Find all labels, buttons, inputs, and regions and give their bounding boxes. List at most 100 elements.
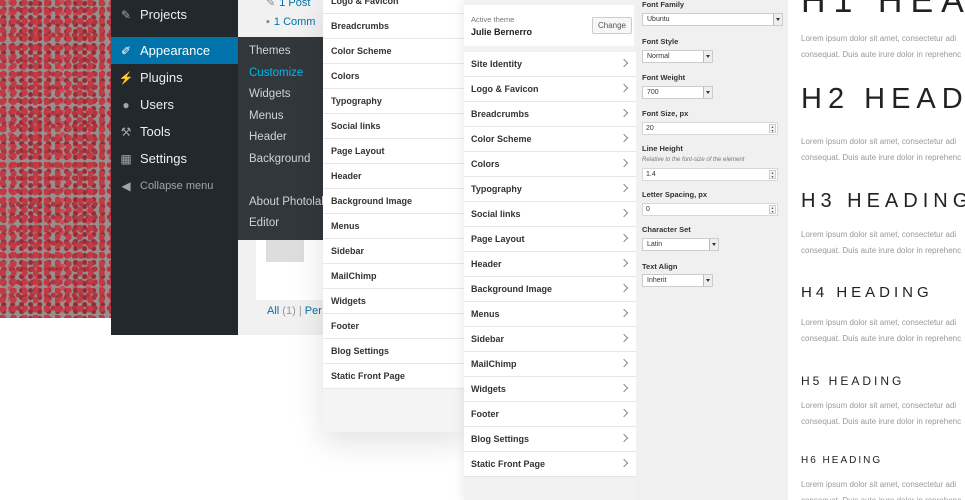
sidebar-item-users[interactable]: ● Users <box>111 91 238 118</box>
p2-item-page-layout[interactable]: Page Layout <box>464 227 636 252</box>
wp-admin-sidebar: ✎ Projects ✐ Appearance ⚡ Plugins ● User… <box>111 0 238 335</box>
font-family-select[interactable]: Ubuntu <box>642 13 783 26</box>
preview-paragraph: Lorem ipsum dolor sit amet, consectetur … <box>801 34 962 59</box>
p2-item-site-identity[interactable]: Site Identity <box>464 52 636 77</box>
p1-item-menus[interactable]: Menus <box>323 214 465 239</box>
brush-icon: ✐ <box>120 43 132 58</box>
submenu-widgets[interactable]: Widgets <box>249 88 291 100</box>
p1-item-widgets[interactable]: Widgets <box>323 289 465 314</box>
stepper-icon[interactable]: ▴ ▾ <box>769 205 776 214</box>
p2-item-color-scheme[interactable]: Color Scheme <box>464 127 636 152</box>
chevron-right-icon <box>619 108 629 118</box>
post-count-link[interactable]: ✎ 1 Post <box>266 0 310 9</box>
p2-item-typography[interactable]: Typography <box>464 177 636 202</box>
sidebar-item-label: Users <box>140 97 174 112</box>
p1-item-colors[interactable]: Colors <box>323 64 465 89</box>
preview-h4: H4 HEADING <box>801 284 933 301</box>
comment-filter: All (1) | Per <box>267 305 322 317</box>
chevron-down-icon <box>709 239 718 250</box>
p2-item-menus[interactable]: Menus <box>464 302 636 327</box>
change-theme-button[interactable]: Change <box>592 17 632 34</box>
stepper-icon[interactable]: ▴ ▾ <box>769 124 776 133</box>
filter-next-link[interactable]: Per <box>305 305 322 317</box>
line-height-input[interactable]: 1.4 ▴ ▾ <box>642 168 778 181</box>
p1-item-sidebar[interactable]: Sidebar <box>323 239 465 264</box>
chevron-right-icon <box>619 358 629 368</box>
font-weight-select[interactable]: 700 <box>642 86 713 99</box>
sidebar-item-label: Plugins <box>140 70 183 85</box>
submenu-header[interactable]: Header <box>249 131 287 143</box>
chevron-down-icon <box>703 87 712 98</box>
submenu-themes[interactable]: Themes <box>249 45 291 57</box>
chevron-right-icon <box>619 58 629 68</box>
p2-item-blog-settings[interactable]: Blog Settings <box>464 427 636 452</box>
letter-spacing-input[interactable]: 0 ▴ ▾ <box>642 203 778 216</box>
comment-icon: ▪ <box>266 16 270 28</box>
filter-count: (1) <box>282 305 296 317</box>
preview-paragraph: Lorem ipsum dolor sit amet, consectetur … <box>801 318 962 343</box>
sidebar-item-appearance[interactable]: ✐ Appearance <box>111 37 238 64</box>
p2-item-social-links[interactable]: Social links <box>464 202 636 227</box>
p1-item-static-front-page[interactable]: Static Front Page <box>323 364 465 389</box>
p2-item-header[interactable]: Header <box>464 252 636 277</box>
text-align-select[interactable]: Inherit <box>642 274 713 287</box>
p2-item-colors[interactable]: Colors <box>464 152 636 177</box>
filter-all-link[interactable]: All <box>267 305 279 317</box>
chevron-right-icon <box>619 208 629 218</box>
sidebar-item-plugins[interactable]: ⚡ Plugins <box>111 64 238 91</box>
line-height-label: Line Height <box>642 144 683 153</box>
sidebar-item-projects[interactable]: ✎ Projects <box>111 1 238 28</box>
sidebar-item-tools[interactable]: ⚒ Tools <box>111 118 238 145</box>
customizer-panel: Active theme Julie Bernerro Change Site … <box>464 0 636 500</box>
p1-item-page-layout[interactable]: Page Layout <box>323 139 465 164</box>
p1-item-typography[interactable]: Typography <box>323 89 465 114</box>
p1-item-blog-settings[interactable]: Blog Settings <box>323 339 465 364</box>
comment-count-link[interactable]: ▪ 1 Comm <box>266 16 315 28</box>
sidebar-item-label: Settings <box>140 151 187 166</box>
font-style-select[interactable]: Normal <box>642 50 713 63</box>
p1-item-social-links[interactable]: Social links <box>323 114 465 139</box>
collapse-icon: ◀ <box>121 178 131 193</box>
p1-item-color-scheme[interactable]: Color Scheme <box>323 39 465 64</box>
sidebar-item-label: Tools <box>140 124 171 139</box>
chevron-right-icon <box>619 283 629 293</box>
chevron-right-icon <box>619 183 629 193</box>
p2-item-mailchimp[interactable]: MailChimp <box>464 352 636 377</box>
p2-item-footer[interactable]: Footer <box>464 402 636 427</box>
preview-paragraph: Lorem ipsum dolor sit amet, consectetur … <box>801 137 962 162</box>
font-family-label: Font Family <box>642 0 685 9</box>
submenu-editor[interactable]: Editor <box>249 217 279 229</box>
line-height-hint: Relative to the font-size of the element <box>642 157 745 163</box>
font-style-label: Font Style <box>642 37 679 46</box>
p2-item-sidebar[interactable]: Sidebar <box>464 327 636 352</box>
preview-paragraph: Lorem ipsum dolor sit amet, consectetur … <box>801 230 962 255</box>
chevron-right-icon <box>619 233 629 243</box>
stepper-icon[interactable]: ▴ ▾ <box>769 170 776 179</box>
p1-item-background-image[interactable]: Background Image <box>323 189 465 214</box>
p2-item-breadcrumbs[interactable]: Breadcrumbs <box>464 102 636 127</box>
p2-item-static-front-page[interactable]: Static Front Page <box>464 452 636 477</box>
p1-item-footer[interactable]: Footer <box>323 314 465 339</box>
active-theme-box: Active theme Julie Bernerro Change <box>464 5 634 46</box>
chevron-down-icon <box>773 14 782 25</box>
active-theme-label: Active theme <box>471 15 515 24</box>
typography-controls: Font Family Ubuntu Font Style Normal Fon… <box>636 0 788 500</box>
p2-item-widgets[interactable]: Widgets <box>464 377 636 402</box>
p2-item-logo-favicon[interactable]: Logo & Favicon <box>464 77 636 102</box>
sidebar-item-label: Appearance <box>140 43 211 58</box>
font-size-input[interactable]: 20 ▴ ▾ <box>642 122 778 135</box>
sidebar-item-settings[interactable]: ▦ Settings <box>111 145 238 172</box>
p2-item-background-image[interactable]: Background Image <box>464 277 636 302</box>
p1-item-logo-favicon[interactable]: Logo & Favicon <box>323 0 465 14</box>
p1-item-breadcrumbs[interactable]: Breadcrumbs <box>323 14 465 39</box>
collapse-menu-button[interactable]: ◀ Collapse menu <box>111 172 238 199</box>
chevron-right-icon <box>619 458 629 468</box>
submenu-about[interactable]: About Photolab <box>249 196 328 208</box>
background-photo <box>0 0 112 318</box>
p1-item-header[interactable]: Header <box>323 164 465 189</box>
submenu-background[interactable]: Background <box>249 153 310 165</box>
submenu-customize[interactable]: Customize <box>249 67 303 79</box>
charset-select[interactable]: Latin <box>642 238 719 251</box>
p1-item-mailchimp[interactable]: MailChimp <box>323 264 465 289</box>
submenu-menus[interactable]: Menus <box>249 110 284 122</box>
